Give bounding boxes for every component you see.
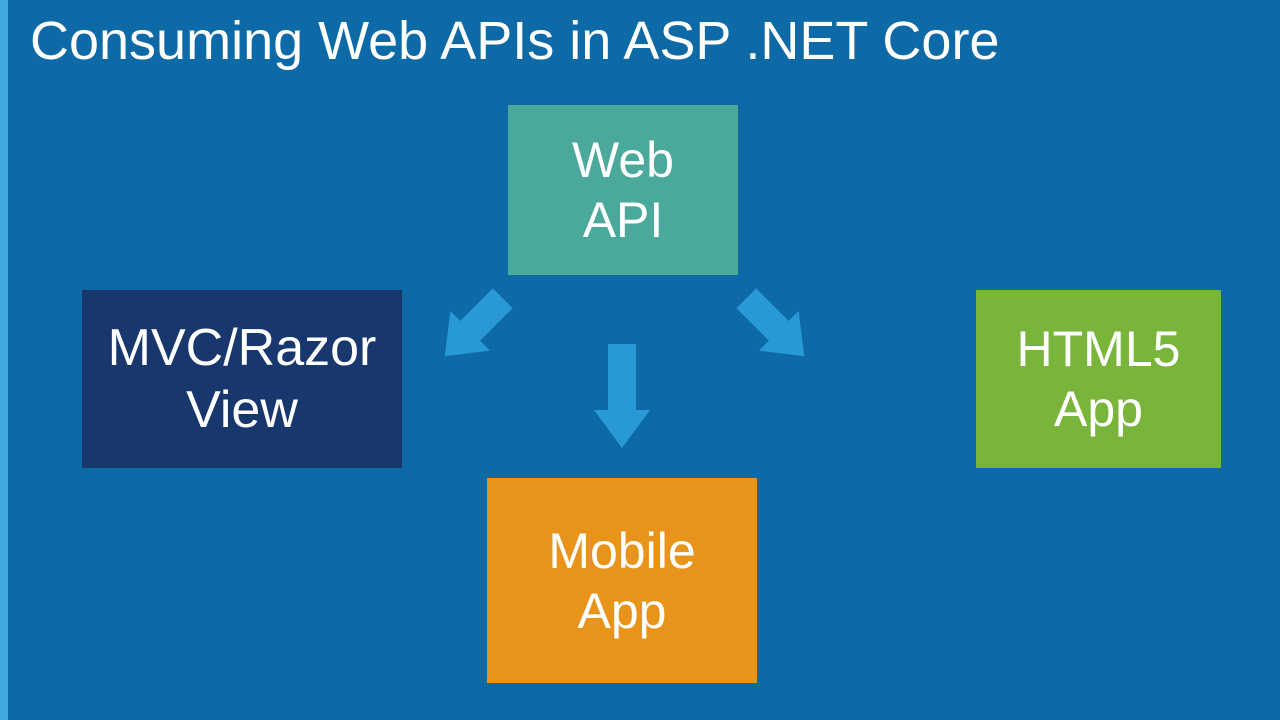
- node-mvc-line2: View: [186, 379, 298, 441]
- node-mvc-razor: MVC/Razor View: [82, 290, 402, 468]
- node-html5-line2: App: [1054, 379, 1143, 439]
- arrow-webapi-to-mvc-icon: [423, 278, 523, 378]
- node-html5-app: HTML5 App: [976, 290, 1221, 468]
- slide-title: Consuming Web APIs in ASP .NET Core: [30, 10, 999, 72]
- accent-bar: [0, 0, 8, 720]
- arrow-webapi-to-mobile-icon: [572, 338, 672, 453]
- node-mobile-app: Mobile App: [487, 478, 757, 683]
- node-html5-line1: HTML5: [1017, 319, 1181, 379]
- node-webapi: Web API: [508, 105, 738, 275]
- node-mvc-line1: MVC/Razor: [108, 317, 377, 379]
- node-webapi-line2: API: [583, 190, 664, 250]
- node-webapi-line1: Web: [572, 130, 674, 190]
- arrow-webapi-to-html5-icon: [726, 278, 826, 378]
- node-mobile-line2: App: [578, 581, 667, 641]
- node-mobile-line1: Mobile: [548, 521, 695, 581]
